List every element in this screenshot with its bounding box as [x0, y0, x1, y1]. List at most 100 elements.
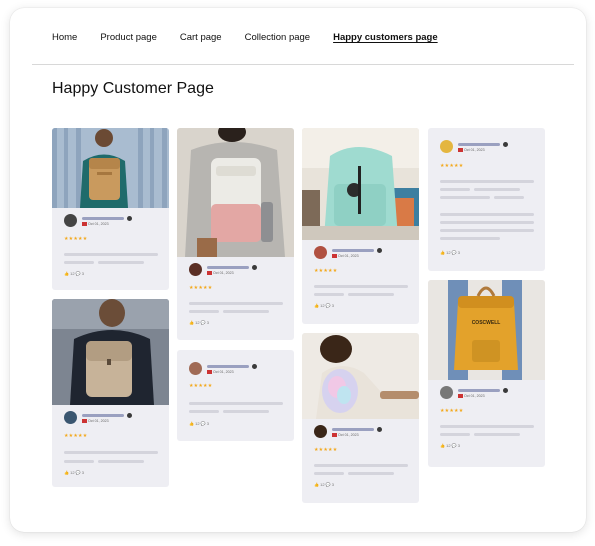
verified-icon [503, 388, 508, 393]
review-actions[interactable]: 👍 12 💬 3 [440, 443, 460, 448]
verified-icon [252, 265, 257, 270]
review-photo[interactable] [52, 299, 169, 405]
review-card[interactable]: Oct 01, 2023 ★★★★★ 👍 12 💬 3 [302, 333, 419, 503]
rating-stars: ★★★★★ [64, 433, 88, 439]
nav-home[interactable]: Home [52, 32, 77, 43]
review-text-line [440, 213, 534, 216]
verified-icon [127, 216, 132, 221]
review-text-line [314, 293, 344, 296]
review-text-line [494, 196, 524, 199]
review-text-line [189, 410, 219, 413]
review-photo[interactable] [177, 128, 294, 257]
rating-stars: ★★★★★ [189, 285, 213, 291]
rating-stars: ★★★★★ [189, 383, 213, 389]
bag-brand-text: COSCWELL [472, 320, 501, 326]
review-text-line [64, 451, 158, 454]
browser-frame: Home Product page Cart page Collection p… [10, 8, 586, 532]
review-actions[interactable]: 👍 12 💬 3 [64, 470, 84, 475]
review-photo[interactable] [52, 128, 169, 208]
nav-divider [32, 64, 574, 65]
reviewer-avatar [189, 263, 202, 276]
review-photo[interactable]: COSCWELL [428, 280, 545, 380]
reviewer-avatar [440, 386, 453, 399]
reviewer-name-placeholder [332, 249, 374, 252]
review-text-line [189, 310, 219, 313]
review-text-line [223, 410, 269, 413]
review-date: Oct 01, 2023 [82, 419, 109, 423]
review-date: Oct 01, 2023 [458, 148, 485, 152]
verified-icon [377, 248, 382, 253]
review-text-line [314, 464, 408, 467]
review-actions[interactable]: 👍 12 💬 3 [64, 271, 84, 276]
review-actions[interactable]: 👍 12 💬 3 [440, 250, 460, 255]
review-text-line [64, 460, 94, 463]
rating-stars: ★★★★★ [440, 163, 464, 169]
review-text-line [440, 433, 470, 436]
reviewer-name-placeholder [332, 428, 374, 431]
verified-icon [127, 413, 132, 418]
review-photo[interactable] [302, 128, 419, 240]
page-title: Happy Customer Page [52, 80, 214, 97]
review-text-line [314, 285, 408, 288]
review-actions[interactable]: 👍 12 💬 3 [314, 303, 334, 308]
review-date: Oct 01, 2023 [458, 394, 485, 398]
review-text-line [440, 425, 534, 428]
review-card[interactable]: Oct 01, 2023 ★★★★★ 👍 12 💬 3 [428, 128, 545, 271]
review-text-line [440, 237, 500, 240]
review-card[interactable]: COSCWELL Oct 01, 2023 ★★★★★ 👍 12 💬 3 [428, 280, 545, 467]
review-card[interactable]: Oct 01, 2023 ★★★★★ 👍 12 💬 3 [177, 128, 294, 340]
review-text-line [348, 472, 394, 475]
review-text-line [440, 229, 534, 232]
review-text-line [474, 433, 520, 436]
review-text-line [314, 472, 344, 475]
review-date: Oct 01, 2023 [207, 271, 234, 275]
review-text-line [474, 188, 520, 191]
review-text-line [440, 180, 534, 183]
review-card[interactable]: Oct 01, 2023 ★★★★★ 👍 12 💬 3 [302, 128, 419, 324]
verified-icon [503, 142, 508, 147]
review-text-line [189, 302, 283, 305]
review-text-line [64, 253, 158, 256]
review-text-line [348, 293, 394, 296]
reviewer-name-placeholder [207, 365, 249, 368]
review-text-line [189, 402, 283, 405]
rating-stars: ★★★★★ [440, 408, 464, 414]
top-nav: Home Product page Cart page Collection p… [52, 32, 461, 43]
review-date: Oct 01, 2023 [82, 222, 109, 226]
reviewer-name-placeholder [458, 389, 500, 392]
review-text-line [64, 261, 94, 264]
review-card[interactable]: Oct 01, 2023 ★★★★★ 👍 12 💬 3 [52, 128, 169, 290]
review-text-line [98, 460, 144, 463]
review-photo[interactable] [302, 333, 419, 419]
rating-stars: ★★★★★ [314, 268, 338, 274]
reviewer-avatar [314, 246, 327, 259]
rating-stars: ★★★★★ [64, 236, 88, 242]
review-text-line [440, 188, 470, 191]
nav-collection-page[interactable]: Collection page [245, 32, 311, 43]
review-text-line [98, 261, 144, 264]
review-actions[interactable]: 👍 12 💬 3 [189, 421, 209, 426]
review-actions[interactable]: 👍 12 💬 3 [314, 482, 334, 487]
review-text-line [223, 310, 269, 313]
review-date: Oct 01, 2023 [207, 370, 234, 374]
nav-happy-customers-page[interactable]: Happy customers page [333, 32, 438, 43]
reviewer-avatar [64, 411, 77, 424]
verified-icon [377, 427, 382, 432]
nav-product-page[interactable]: Product page [100, 32, 157, 43]
reviewer-avatar [314, 425, 327, 438]
verified-icon [252, 364, 257, 369]
review-actions[interactable]: 👍 12 💬 3 [189, 320, 209, 325]
review-text-line [440, 221, 534, 224]
nav-cart-page[interactable]: Cart page [180, 32, 222, 43]
review-text-line [440, 196, 490, 199]
reviewer-name-placeholder [458, 143, 500, 146]
reviewer-name-placeholder [207, 266, 249, 269]
rating-stars: ★★★★★ [314, 447, 338, 453]
review-card[interactable]: Oct 01, 2023 ★★★★★ 👍 12 💬 3 [52, 299, 169, 487]
reviewer-avatar [440, 140, 453, 153]
reviewer-avatar [189, 362, 202, 375]
reviewer-name-placeholder [82, 414, 124, 417]
review-date: Oct 01, 2023 [332, 254, 359, 258]
reviewer-name-placeholder [82, 217, 124, 220]
review-card[interactable]: Oct 01, 2023 ★★★★★ 👍 12 💬 3 [177, 350, 294, 441]
